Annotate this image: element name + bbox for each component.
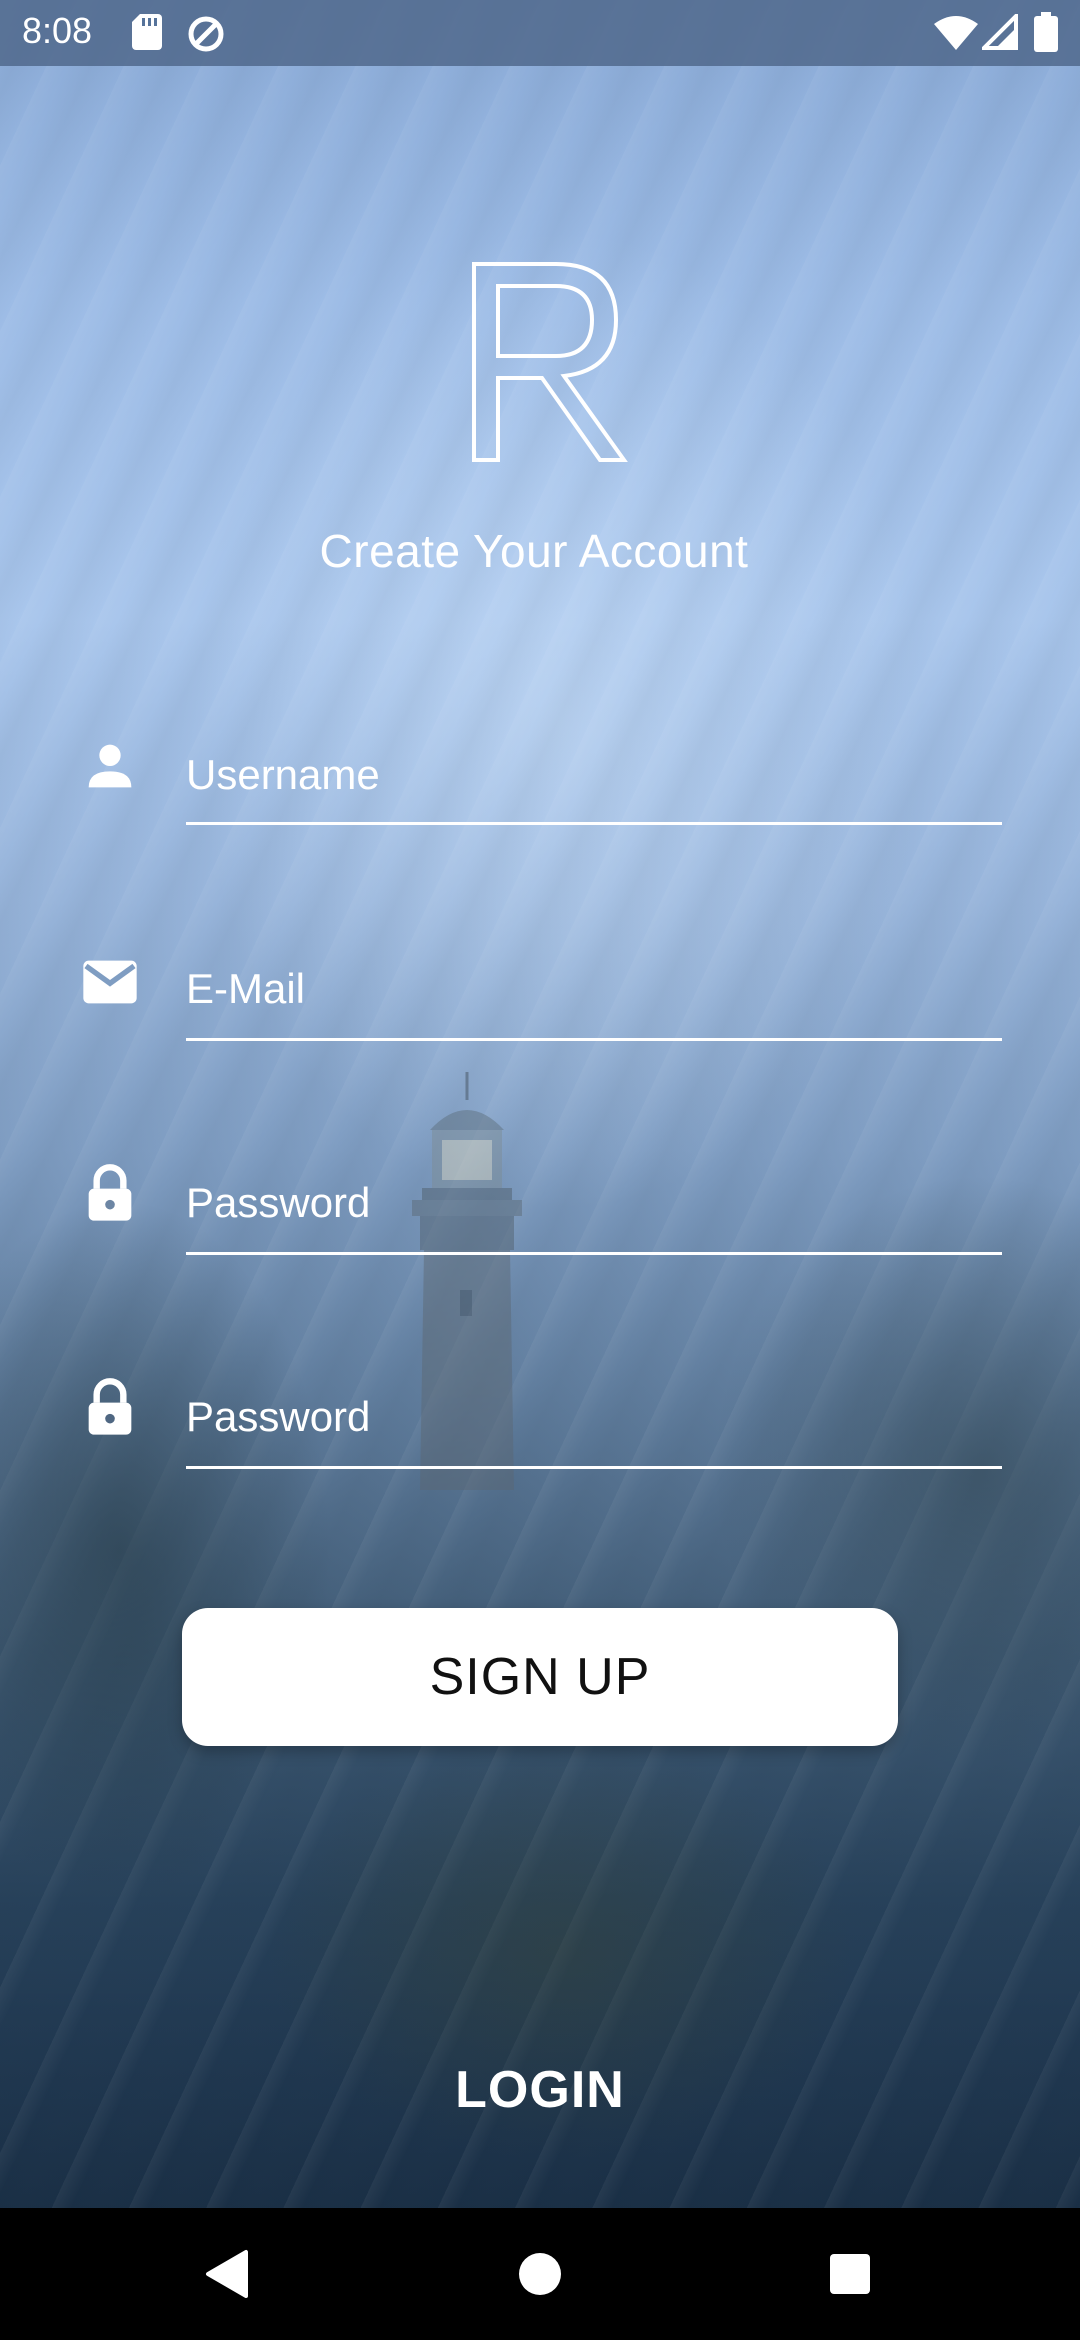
email-input[interactable] (186, 954, 1002, 1024)
password-input[interactable] (186, 1168, 1002, 1238)
back-icon[interactable] (166, 2208, 286, 2340)
login-link[interactable]: LOGIN (0, 2060, 1080, 2120)
wifi-icon (934, 16, 978, 50)
sd-card-icon (132, 14, 162, 50)
confirm-password-input[interactable] (186, 1382, 1002, 1452)
recents-icon[interactable] (790, 2208, 910, 2340)
lock-icon (88, 1164, 132, 1221)
status-bar: 8:08 (0, 0, 1080, 66)
username-field-row (0, 720, 1080, 840)
confirm-password-underline (186, 1466, 1002, 1469)
email-icon (83, 960, 137, 1004)
username-underline (186, 822, 1002, 825)
signup-button[interactable]: SIGN UP (182, 1608, 898, 1746)
person-icon (88, 744, 132, 788)
status-time: 8:08 (22, 10, 93, 51)
home-icon[interactable] (480, 2208, 600, 2340)
email-underline (186, 1038, 1002, 1041)
password-underline (186, 1252, 1002, 1255)
signup-screen: 8:08 Create Your Account Username E-Mail… (0, 0, 1080, 2340)
password-field-row (0, 1148, 1080, 1268)
navigation-bar (0, 2208, 1080, 2340)
data-saver-icon (188, 16, 224, 52)
lock-icon (88, 1378, 132, 1435)
email-field-row (0, 934, 1080, 1054)
username-input[interactable] (186, 740, 1002, 810)
battery-icon (1034, 12, 1058, 52)
signal-icon (982, 14, 1018, 50)
app-logo (472, 262, 628, 462)
confirm-password-field-row (0, 1362, 1080, 1482)
page-title: Create Your Account (319, 525, 749, 577)
